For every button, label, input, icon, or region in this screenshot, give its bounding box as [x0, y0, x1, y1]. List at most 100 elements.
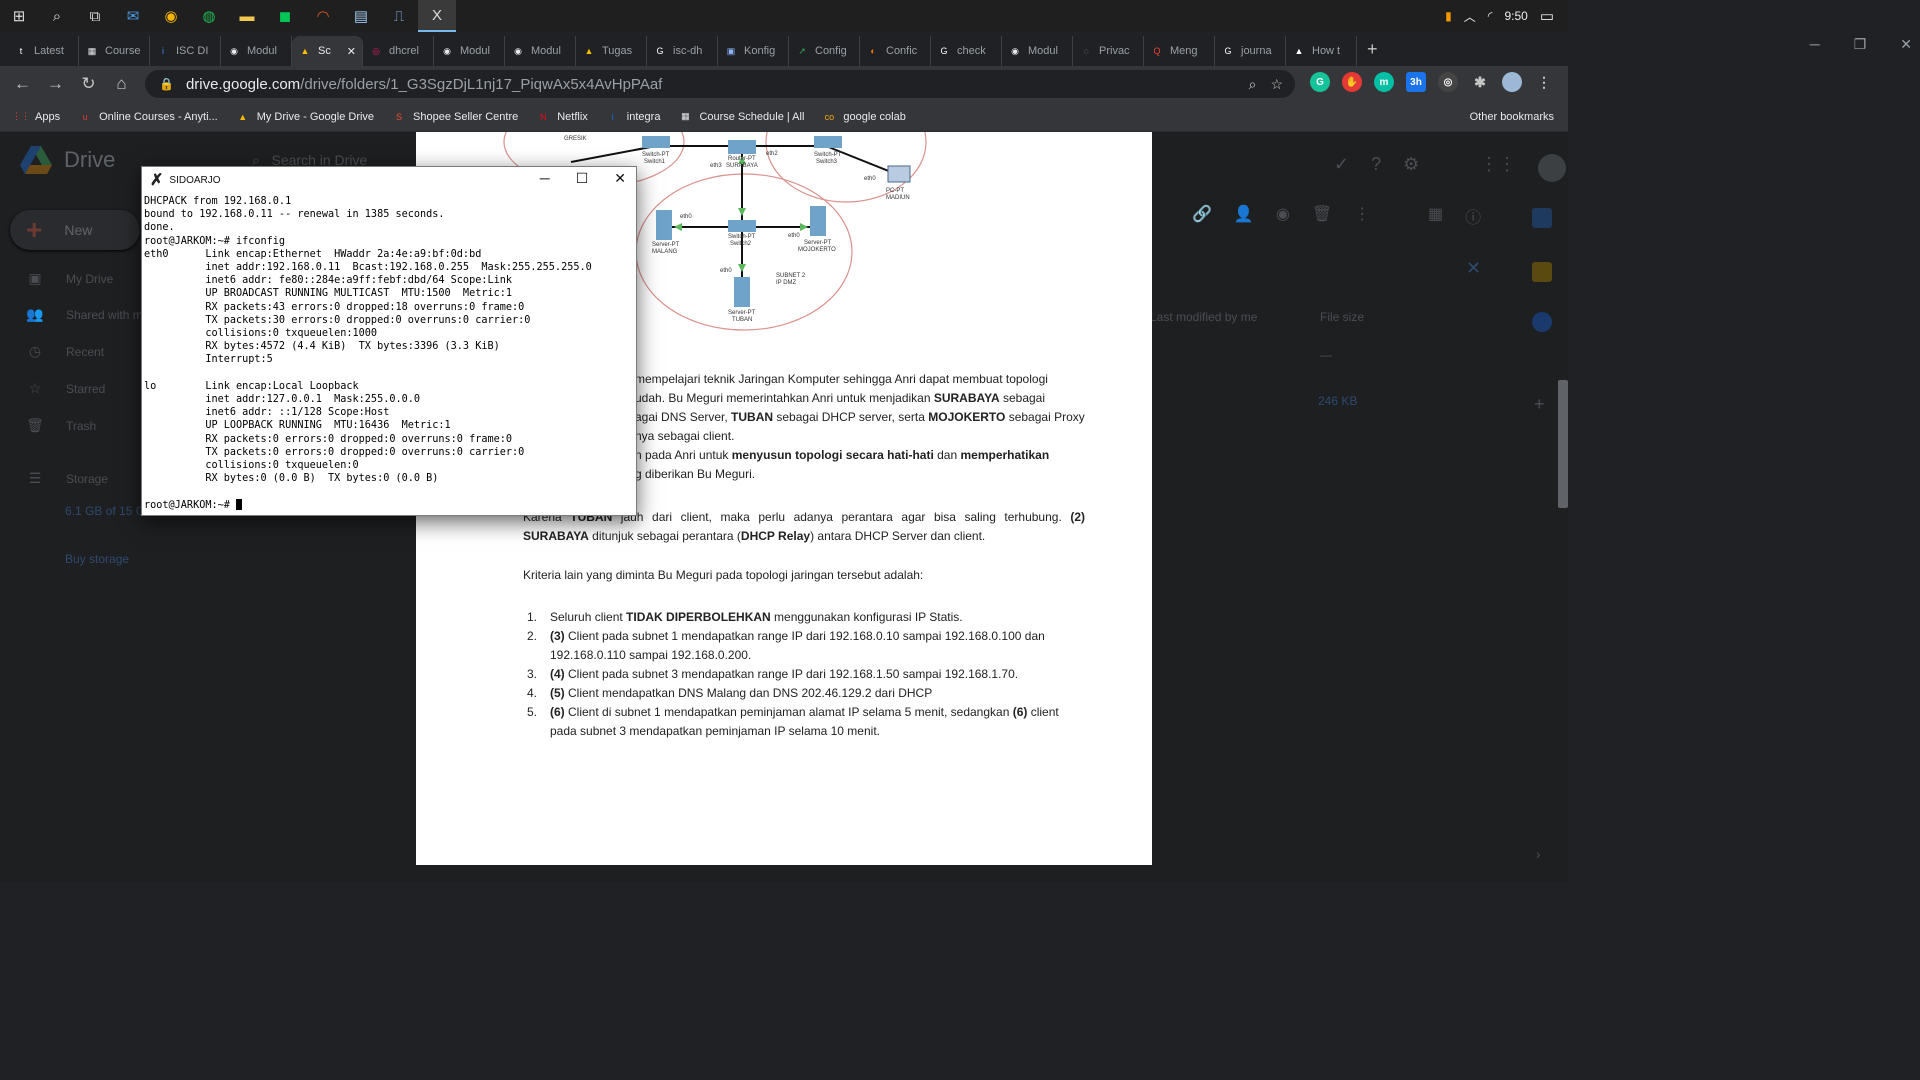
terminal-prompt[interactable]: root@JARKOM:~# — [144, 498, 634, 512]
notepad-icon[interactable]: ▤ — [342, 0, 380, 32]
buy-storage-link[interactable]: Buy storage — [65, 552, 129, 566]
tab[interactable]: Gjourna — [1215, 36, 1286, 66]
tab[interactable]: ◉ Modul — [505, 36, 576, 66]
tab[interactable]: Gcheck — [931, 36, 1002, 66]
clock-time[interactable]: 9:50 — [1504, 9, 1527, 23]
bookmark-item[interactable]: ▲ My Drive - Google Drive — [236, 110, 374, 124]
task-view-icon[interactable]: ⧉ — [76, 0, 114, 32]
tasks-side-icon[interactable] — [1532, 312, 1552, 332]
wifi-icon[interactable]: ◜ — [1488, 9, 1493, 23]
sidebar-item[interactable]: ▣ My Drive — [26, 270, 113, 287]
help-icon[interactable]: ? — [1371, 154, 1381, 175]
close-panel-icon[interactable]: ✕ — [1466, 258, 1481, 279]
sidebar-item[interactable]: 👥 Shared with me — [26, 306, 149, 323]
preview-eye-icon[interactable]: ◉ — [1276, 204, 1290, 224]
mendeley-icon[interactable]: m — [1374, 72, 1394, 92]
link-icon[interactable]: 🔗 — [1192, 204, 1212, 224]
bookmark-item[interactable]: i integra — [606, 110, 661, 124]
forward-icon[interactable]: → — [39, 74, 72, 94]
tab[interactable]: ◉ Modul — [1002, 36, 1073, 66]
calendar-ext-icon[interactable]: 3h — [1406, 72, 1426, 92]
storage-section[interactable]: ☰ Storage — [26, 470, 108, 487]
grid-view-icon[interactable]: ▦ — [1428, 204, 1443, 228]
calendar-side-icon[interactable] — [1532, 208, 1552, 228]
tab[interactable]: i ISC DI — [150, 36, 221, 66]
mail-icon[interactable]: ✉ — [114, 0, 152, 32]
tab[interactable]: t Latest — [8, 36, 79, 66]
network-icon[interactable]: ⎍ — [380, 0, 418, 32]
offline-icon[interactable]: ✓ — [1334, 154, 1349, 175]
scrollbar-thumb[interactable] — [1558, 380, 1568, 508]
new-tab-icon[interactable]: + — [1357, 39, 1388, 66]
back-icon[interactable]: ← — [6, 74, 39, 94]
tab[interactable]: ▲ How t — [1286, 36, 1357, 66]
line-icon[interactable]: ◼ — [266, 0, 304, 32]
bookmark-item[interactable]: N Netflix — [536, 110, 588, 124]
col-modified-header[interactable]: Last modified by me — [1150, 310, 1257, 324]
add-addon-icon[interactable]: + — [1534, 394, 1545, 415]
tab[interactable]: Q Meng — [1144, 36, 1215, 66]
grammarly-icon[interactable]: G — [1310, 72, 1330, 92]
tab[interactable]: ◉ Modul — [221, 36, 292, 66]
sidebar-item[interactable]: ☆ Starred — [26, 380, 106, 397]
zoom-icon[interactable]: ⌕ — [1249, 76, 1257, 93]
xterm-window-sidoarjo[interactable]: ✗ SIDOARJO ─ ☐ ✕ DHCPACK from 192.168.0.… — [141, 166, 637, 516]
tab[interactable]: ◌ Privac — [1073, 36, 1144, 66]
info-icon[interactable]: ⓘ — [1465, 204, 1481, 228]
profile-avatar[interactable] — [1502, 72, 1522, 92]
add-person-icon[interactable]: 👤 — [1234, 204, 1254, 224]
keep-side-icon[interactable] — [1532, 262, 1552, 282]
sidebar-item[interactable]: ◷ Recent — [26, 343, 104, 360]
minimize-icon[interactable]: ─ — [1810, 36, 1820, 53]
other-bookmarks[interactable]: Other bookmarks — [1470, 111, 1554, 123]
drive-logo[interactable]: Drive — [20, 146, 115, 174]
tab[interactable]: ◎ dhcrel — [363, 36, 434, 66]
maximize-icon[interactable]: ☐ — [576, 170, 589, 187]
chevron-right-icon[interactable]: › — [1536, 846, 1541, 862]
tab-close-icon[interactable]: ✕ — [347, 45, 356, 58]
xming-icon[interactable]: X — [418, 0, 456, 32]
search-icon[interactable]: ⌕ — [38, 0, 76, 32]
tab[interactable]: ◉ Modul — [434, 36, 505, 66]
sidebar-item[interactable]: 🗑 Trash — [26, 417, 96, 434]
windows-start-icon[interactable]: ⊞ — [0, 0, 38, 32]
account-avatar[interactable] — [1538, 154, 1566, 182]
more-options-icon[interactable]: ⋮ — [1354, 204, 1370, 224]
bookmark-item[interactable]: ⋮⋮ Apps — [12, 110, 60, 124]
extensions-puzzle-icon[interactable]: ✱ — [1470, 72, 1490, 92]
file-explorer-icon[interactable]: ▬ — [228, 0, 266, 32]
apps-grid-icon[interactable]: ⋮⋮ — [1480, 154, 1516, 182]
tab[interactable]: ◐ Confic — [860, 36, 931, 66]
ubuntu-icon[interactable]: ◠ — [304, 0, 342, 32]
terminal-output[interactable]: DHCPACK from 192.168.0.1 bound to 192.168… — [144, 195, 634, 513]
chevron-up-icon[interactable]: ︿ — [1464, 8, 1476, 25]
delete-icon[interactable]: 🗑 — [1312, 204, 1332, 224]
openai-icon[interactable]: ◎ — [1438, 72, 1458, 92]
tab[interactable]: ▦ Course — [79, 36, 150, 66]
home-icon[interactable]: ⌂ — [105, 74, 138, 94]
restore-icon[interactable]: ❐ — [1854, 36, 1867, 53]
adblock-icon[interactable]: ✋ — [1342, 72, 1362, 92]
minimize-icon[interactable]: ─ — [540, 170, 550, 187]
bookmark-item[interactable]: ▦ Course Schedule | All — [678, 110, 804, 124]
notification-icon[interactable]: ▮ — [1445, 9, 1452, 23]
settings-gear-icon[interactable]: ⚙ — [1403, 154, 1419, 175]
close-icon[interactable]: ✕ — [614, 170, 626, 187]
close-icon[interactable]: ✕ — [1900, 36, 1912, 53]
reload-icon[interactable]: ↻ — [72, 74, 105, 94]
address-bar[interactable]: 🔒 drive.google.com/drive/folders/1_G3Sgz… — [145, 70, 1295, 98]
spotify-icon[interactable]: ◍ — [190, 0, 228, 32]
tab[interactable]: ▲ Sc ✕ — [292, 36, 363, 66]
chrome-icon[interactable]: ◉ — [152, 0, 190, 32]
tab[interactable]: ▲ Tugas — [576, 36, 647, 66]
lock-icon[interactable]: 🔒 — [159, 77, 174, 91]
new-button[interactable]: + New — [10, 210, 140, 250]
bookmark-item[interactable]: S Shopee Seller Centre — [392, 110, 518, 124]
action-center-icon[interactable]: ▭ — [1540, 7, 1554, 25]
tab[interactable]: Gisc-dh — [647, 36, 718, 66]
col-size-header[interactable]: File size — [1320, 310, 1364, 324]
xterm-titlebar[interactable]: ✗ SIDOARJO ─ ☐ ✕ — [142, 167, 636, 193]
bookmark-item[interactable]: co google colab — [822, 110, 906, 124]
tab[interactable]: ▣ Konfig — [718, 36, 789, 66]
bookmark-item[interactable]: u Online Courses - Anyti... — [78, 110, 218, 124]
